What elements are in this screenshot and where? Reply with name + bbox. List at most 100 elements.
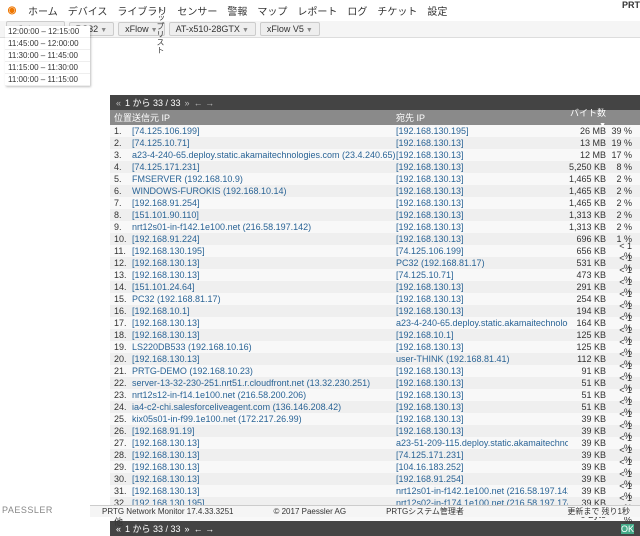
cell-dest-ip[interactable]: [192.168.130.13] bbox=[396, 282, 568, 292]
col-source-ip[interactable]: 送信元 IP bbox=[132, 111, 396, 124]
crumb-device-model[interactable]: AT-x510-28GTX▼ bbox=[169, 22, 256, 36]
cell-dest-ip[interactable]: [192.168.130.13] bbox=[396, 150, 568, 160]
pager-prev-icon[interactable]: « bbox=[116, 98, 121, 108]
table-row[interactable]: 30.[192.168.130.13][192.168.91.254]39 KB… bbox=[110, 473, 640, 485]
table-row[interactable]: 22.server-13-32-230-251.nrt51.r.cloudfro… bbox=[110, 377, 640, 389]
cell-source-ip[interactable]: FMSERVER (192.168.10.9) bbox=[132, 174, 396, 184]
nav-reports[interactable]: レポート bbox=[297, 3, 337, 18]
cell-dest-ip[interactable]: a23-4-240-65.deploy.static.akamaitechnol… bbox=[396, 318, 568, 328]
cell-source-ip[interactable]: a23-4-240-65.deploy.static.akamaitechnol… bbox=[132, 150, 396, 160]
cell-source-ip[interactable]: [192.168.130.13] bbox=[132, 462, 396, 472]
cell-source-ip[interactable]: [192.168.130.195] bbox=[132, 246, 396, 256]
cell-source-ip[interactable]: [192.168.130.13] bbox=[132, 318, 396, 328]
col-dest-ip[interactable]: 宛先 IP bbox=[396, 111, 568, 124]
cell-dest-ip[interactable]: [192.168.130.13] bbox=[396, 138, 568, 148]
cell-dest-ip[interactable]: a23-51-209-115.deploy.static.akamaitechn… bbox=[396, 438, 568, 448]
table-row[interactable]: 26.[192.168.91.19][192.168.130.13]39 KB<… bbox=[110, 425, 640, 437]
cell-dest-ip[interactable]: [192.168.130.13] bbox=[396, 174, 568, 184]
time-item[interactable]: 11:30:00 – 11:45:00 bbox=[5, 50, 90, 62]
table-row[interactable]: 27.[192.168.130.13]a23-51-209-115.deploy… bbox=[110, 437, 640, 449]
cell-dest-ip[interactable]: [192.168.130.13] bbox=[396, 306, 568, 316]
table-row[interactable]: 16.[192.168.10.1][192.168.130.13]194 KB<… bbox=[110, 305, 640, 317]
cell-dest-ip[interactable]: [192.168.91.254] bbox=[396, 474, 568, 484]
table-row[interactable]: 29.[192.168.130.13][104.16.183.252]39 KB… bbox=[110, 461, 640, 473]
table-row[interactable]: 24.ia4-c2-chi.salesforceliveagent.com (1… bbox=[110, 401, 640, 413]
table-row[interactable]: 11.[192.168.130.195][74.125.106.199]656 … bbox=[110, 245, 640, 257]
cell-source-ip[interactable]: [74.125.106.199] bbox=[132, 126, 396, 136]
cell-dest-ip[interactable]: PC32 (192.168.81.17) bbox=[396, 258, 568, 268]
nav-devices[interactable]: デバイス bbox=[68, 3, 108, 18]
cell-dest-ip[interactable]: [104.16.183.252] bbox=[396, 462, 568, 472]
time-item[interactable]: 11:00:00 – 11:15:00 bbox=[5, 74, 90, 86]
col-position[interactable]: 位置 bbox=[110, 111, 132, 124]
table-row[interactable]: 12.[192.168.130.13]PC32 (192.168.81.17)5… bbox=[110, 257, 640, 269]
cell-dest-ip[interactable]: [192.168.130.13] bbox=[396, 426, 568, 436]
cell-source-ip[interactable]: [192.168.130.13] bbox=[132, 354, 396, 364]
cell-dest-ip[interactable]: [192.168.130.13] bbox=[396, 390, 568, 400]
table-row[interactable]: 19.LS220DB533 (192.168.10.16)[192.168.13… bbox=[110, 341, 640, 353]
time-item[interactable]: 11:15:00 – 11:30:00 bbox=[5, 62, 90, 74]
pager-prev-icon[interactable]: « bbox=[116, 524, 121, 534]
time-item[interactable]: 12:00:00 – 12:15:00 bbox=[5, 26, 90, 38]
cell-source-ip[interactable]: ia4-c2-chi.salesforceliveagent.com (136.… bbox=[132, 402, 396, 412]
cell-source-ip[interactable]: [192.168.10.1] bbox=[132, 306, 396, 316]
nav-home[interactable]: ホーム bbox=[28, 3, 58, 18]
table-row[interactable]: 28.[192.168.130.13][74.125.171.231]39 KB… bbox=[110, 449, 640, 461]
cell-source-ip[interactable]: PC32 (192.168.81.17) bbox=[132, 294, 396, 304]
cell-source-ip[interactable]: [192.168.91.19] bbox=[132, 426, 396, 436]
nav-sensors[interactable]: センサー bbox=[177, 3, 217, 18]
table-row[interactable]: 3.a23-4-240-65.deploy.static.akamaitechn… bbox=[110, 149, 640, 161]
cell-source-ip[interactable]: [192.168.91.224] bbox=[132, 234, 396, 244]
nav-tickets[interactable]: チケット bbox=[377, 3, 417, 18]
crumb-xflow-v5[interactable]: xFlow V5▼ bbox=[260, 22, 320, 36]
cell-dest-ip[interactable]: [192.168.130.13] bbox=[396, 378, 568, 388]
cell-source-ip[interactable]: [192.168.130.13] bbox=[132, 486, 396, 496]
cell-dest-ip[interactable]: [192.168.130.13] bbox=[396, 186, 568, 196]
cell-dest-ip[interactable]: [192.168.130.195] bbox=[396, 126, 568, 136]
cell-dest-ip[interactable]: [192.168.130.13] bbox=[396, 414, 568, 424]
cell-dest-ip[interactable]: [192.168.130.13] bbox=[396, 294, 568, 304]
table-row[interactable]: 25.kix05s01-in-f99.1e100.net (172.217.26… bbox=[110, 413, 640, 425]
table-row[interactable]: 6.WINDOWS-FUROKIS (192.168.10.14)[192.16… bbox=[110, 185, 640, 197]
table-row[interactable]: 7.[192.168.91.254][192.168.130.13]1,465 … bbox=[110, 197, 640, 209]
table-row[interactable]: 8.[151.101.90.110][192.168.130.13]1,313 … bbox=[110, 209, 640, 221]
nav-alerts[interactable]: 警報 bbox=[227, 3, 247, 18]
cell-source-ip[interactable]: [192.168.91.254] bbox=[132, 198, 396, 208]
cell-source-ip[interactable]: [192.168.130.13] bbox=[132, 330, 396, 340]
cell-source-ip[interactable]: [192.168.130.13] bbox=[132, 258, 396, 268]
cell-dest-ip[interactable]: [192.168.130.13] bbox=[396, 210, 568, 220]
cell-source-ip[interactable]: [74.125.10.71] bbox=[132, 138, 396, 148]
cell-dest-ip[interactable]: [192.168.130.13] bbox=[396, 366, 568, 376]
cell-source-ip[interactable]: [192.168.130.13] bbox=[132, 270, 396, 280]
cell-source-ip[interactable]: kix05s01-in-f99.1e100.net (172.217.26.99… bbox=[132, 414, 396, 424]
cell-source-ip[interactable]: nrt12s01-in-f142.1e100.net (216.58.197.1… bbox=[132, 222, 396, 232]
table-row[interactable]: 31.[192.168.130.13]nrt12s01-in-f142.1e10… bbox=[110, 485, 640, 497]
table-row[interactable]: 2.[74.125.10.71][192.168.130.13]13 MB19 … bbox=[110, 137, 640, 149]
cell-dest-ip[interactable]: [192.168.130.13] bbox=[396, 234, 568, 244]
cell-source-ip[interactable]: [151.101.90.110] bbox=[132, 210, 396, 220]
table-row[interactable]: 14.[151.101.24.64][192.168.130.13]291 KB… bbox=[110, 281, 640, 293]
cell-dest-ip[interactable]: [192.168.130.13] bbox=[396, 222, 568, 232]
time-item[interactable]: 11:45:00 – 12:00:00 bbox=[5, 38, 90, 50]
cell-dest-ip[interactable]: [74.125.10.71] bbox=[396, 270, 568, 280]
pager-next-icon[interactable]: » bbox=[185, 524, 190, 534]
table-row[interactable]: 23.nrt12s12-in-f14.1e100.net (216.58.200… bbox=[110, 389, 640, 401]
table-row[interactable]: 5.FMSERVER (192.168.10.9)[192.168.130.13… bbox=[110, 173, 640, 185]
table-row[interactable]: 15.PC32 (192.168.81.17)[192.168.130.13]2… bbox=[110, 293, 640, 305]
cell-source-ip[interactable]: server-13-32-230-251.nrt51.r.cloudfront.… bbox=[132, 378, 396, 388]
cell-source-ip[interactable]: [192.168.130.13] bbox=[132, 450, 396, 460]
nav-maps[interactable]: マップ bbox=[257, 3, 287, 18]
cell-source-ip[interactable]: WINDOWS-FUROKIS (192.168.10.14) bbox=[132, 186, 396, 196]
cell-source-ip[interactable]: nrt12s12-in-f14.1e100.net (216.58.200.20… bbox=[132, 390, 396, 400]
cell-source-ip[interactable]: [192.168.130.13] bbox=[132, 474, 396, 484]
cell-dest-ip[interactable]: [192.168.130.13] bbox=[396, 162, 568, 172]
table-row[interactable]: 18.[192.168.130.13][192.168.10.1]125 KB<… bbox=[110, 329, 640, 341]
table-row[interactable]: 20.[192.168.130.13]user-THINK (192.168.8… bbox=[110, 353, 640, 365]
cell-dest-ip[interactable]: [192.168.130.13] bbox=[396, 198, 568, 208]
cell-dest-ip[interactable]: [74.125.106.199] bbox=[396, 246, 568, 256]
table-row[interactable]: 1.[74.125.106.199][192.168.130.195]26 MB… bbox=[110, 125, 640, 137]
cell-dest-ip[interactable]: [192.168.10.1] bbox=[396, 330, 568, 340]
cell-source-ip[interactable]: PRTG-DEMO (192.168.10.23) bbox=[132, 366, 396, 376]
cell-source-ip[interactable]: LS220DB533 (192.168.10.16) bbox=[132, 342, 396, 352]
nav-logs[interactable]: ログ bbox=[347, 3, 367, 18]
